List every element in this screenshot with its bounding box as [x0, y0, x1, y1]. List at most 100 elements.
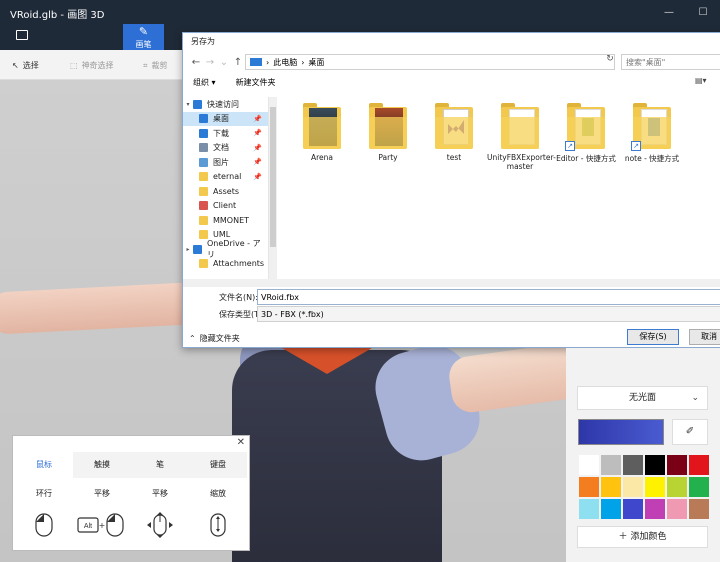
pin-icon[interactable]: 📌: [253, 115, 262, 123]
filetype-select[interactable]: 3D - FBX (*.fbx): [257, 306, 720, 322]
pin-icon[interactable]: 📌: [253, 173, 262, 181]
nav-item[interactable]: Assets: [183, 184, 268, 199]
palette-swatch[interactable]: [644, 454, 666, 476]
palette-swatch[interactable]: [688, 476, 710, 498]
action-pan: 平移: [152, 489, 168, 498]
palette-swatch[interactable]: [688, 454, 710, 476]
expand-chevron-icon[interactable]: ▸: [183, 246, 193, 253]
file-item[interactable]: Party: [355, 97, 421, 162]
organize-button[interactable]: 组织 ▾: [193, 77, 216, 88]
hide-folders-label: 隐藏文件夹: [199, 334, 240, 343]
window-controls: — ☐: [652, 0, 720, 24]
palette-swatch[interactable]: [622, 476, 644, 498]
crop-tool[interactable]: ⌗ 裁剪: [143, 60, 168, 71]
palette-swatch[interactable]: [666, 454, 688, 476]
nav-item[interactable]: 图片 📌: [183, 155, 268, 170]
tab-touch[interactable]: 触摸: [73, 452, 131, 478]
palette-swatch[interactable]: [644, 498, 666, 520]
palette-swatch[interactable]: [622, 498, 644, 520]
folder-icon: [199, 186, 208, 196]
select-tool[interactable]: ↖ 选择: [12, 60, 39, 71]
magic-select-tool[interactable]: ⬚ 神奇选择: [70, 60, 114, 71]
tab-brushes-label: 画笔: [135, 40, 152, 49]
nav-item[interactable]: 下载 📌: [183, 126, 268, 141]
cancel-button[interactable]: 取消: [689, 329, 720, 345]
tab-brushes[interactable]: ✎ 画笔: [123, 24, 164, 50]
new-folder-button[interactable]: 新建文件夹: [236, 77, 276, 88]
title-bar: VRoid.glb - 画图 3D — ☐: [0, 0, 720, 24]
recent-chevron-icon[interactable]: ⌄: [217, 57, 231, 68]
nav-item-label: 快速访问: [207, 99, 239, 109]
horizontal-scrollbar[interactable]: [183, 279, 720, 287]
filename-input[interactable]: VRoid.fbx: [257, 289, 720, 305]
tab-mouse[interactable]: 鼠标: [15, 452, 73, 478]
pin-icon[interactable]: 📌: [253, 144, 262, 152]
eyedropper-icon[interactable]: ✐: [672, 419, 708, 445]
palette-swatch[interactable]: [578, 498, 600, 520]
finish-dropdown[interactable]: 无光面 ⌄: [577, 386, 708, 410]
hide-folders-toggle[interactable]: ⌃ 隐藏文件夹: [189, 333, 240, 344]
file-item-name: Party: [378, 153, 398, 162]
palette-swatch[interactable]: [578, 454, 600, 476]
palette-swatch[interactable]: [666, 498, 688, 520]
file-item[interactable]: test: [421, 97, 487, 162]
navigation-scrollbar[interactable]: [269, 97, 277, 279]
documents-icon: [199, 143, 208, 153]
nav-item[interactable]: Attachments: [183, 257, 268, 272]
pin-icon[interactable]: 📌: [253, 158, 262, 166]
nav-item[interactable]: MMONET: [183, 213, 268, 228]
tab-keyboard[interactable]: 键盘: [189, 452, 247, 478]
palette-swatch[interactable]: [688, 498, 710, 520]
file-item[interactable]: ↗ Editor - 快捷方式: [553, 97, 619, 164]
menu-icon[interactable]: [16, 30, 28, 40]
up-arrow-icon[interactable]: ↑: [231, 57, 245, 68]
nav-item[interactable]: Client: [183, 199, 268, 214]
address-current[interactable]: 桌面: [308, 57, 324, 68]
mouse-scroll-icon: [189, 510, 247, 540]
command-bar: 组织 ▾ 新建文件夹 ▤▾: [183, 73, 720, 91]
refresh-icon[interactable]: ↻: [603, 54, 617, 70]
file-item[interactable]: ↗ note - 快捷方式: [619, 97, 685, 164]
folder-icon: [199, 259, 208, 269]
file-item[interactable]: UnityFBXExporter-master: [487, 97, 556, 171]
search-input[interactable]: 搜索"桌面": [621, 54, 720, 70]
address-root[interactable]: 此电脑: [273, 57, 297, 68]
palette-swatch[interactable]: [600, 498, 622, 520]
address-bar[interactable]: › 此电脑 › 桌面: [245, 54, 615, 70]
scrollbar-thumb[interactable]: [270, 107, 276, 247]
dialog-nav-bar: ← → ⌄ ↑ › 此电脑 › 桌面 ↻ 搜索"桌面": [183, 51, 720, 73]
palette-swatch[interactable]: [578, 476, 600, 498]
nav-item[interactable]: eternal 📌: [183, 170, 268, 185]
save-button[interactable]: 保存(S): [627, 329, 679, 345]
nav-item[interactable]: 文档 📌: [183, 141, 268, 156]
back-arrow-icon[interactable]: ←: [189, 57, 203, 68]
action-orbit: 环行: [36, 489, 52, 498]
close-icon[interactable]: ✕: [237, 437, 245, 448]
select-label: 选择: [22, 61, 39, 70]
expand-chevron-icon[interactable]: ▾: [183, 101, 193, 108]
nav-item[interactable]: ▸ OneDrive - アリ: [183, 239, 268, 259]
add-color-button[interactable]: ＋ 添加颜色: [577, 526, 708, 548]
tab-pen[interactable]: 笔: [131, 452, 189, 478]
palette-swatch[interactable]: [622, 454, 644, 476]
filename-row: 文件名(N): VRoid.fbx: [183, 289, 720, 305]
palette-swatch[interactable]: [666, 476, 688, 498]
palette-swatch[interactable]: [600, 476, 622, 498]
current-color-swatch[interactable]: [578, 419, 664, 445]
folder-icon: [303, 103, 341, 149]
palette-swatch[interactable]: [644, 476, 666, 498]
nav-item-label: Attachments: [213, 259, 265, 269]
view-options-icon[interactable]: ▤▾: [695, 76, 711, 88]
nav-item[interactable]: ▾ 快速访问: [183, 97, 268, 112]
file-item[interactable]: Arena: [289, 97, 355, 162]
filename-label: 文件名(N):: [219, 293, 258, 302]
desktop-icon: [199, 114, 208, 124]
minimize-button[interactable]: —: [652, 0, 686, 24]
pin-icon[interactable]: 📌: [253, 129, 262, 137]
nav-item-label: Assets: [213, 186, 240, 196]
character-right-arm: [446, 341, 584, 415]
forward-arrow-icon[interactable]: →: [203, 57, 217, 68]
nav-item[interactable]: 桌面 📌: [183, 111, 268, 126]
palette-swatch[interactable]: [600, 454, 622, 476]
maximize-button[interactable]: ☐: [686, 0, 720, 24]
